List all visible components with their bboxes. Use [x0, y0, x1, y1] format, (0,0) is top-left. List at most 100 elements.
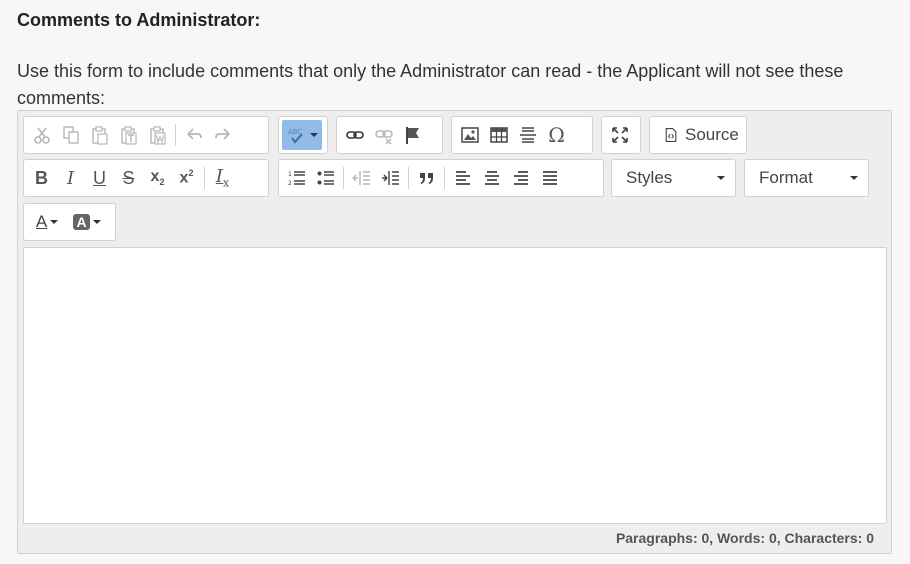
svg-text:2: 2 [288, 180, 292, 187]
remove-format-button[interactable]: Ix [208, 163, 237, 193]
format-label: Format [759, 168, 813, 187]
toolbar-group-spellcheck: ABC [278, 116, 328, 154]
maximize-icon [611, 127, 628, 143]
align-center-icon [484, 171, 499, 185]
toolbar-separator [444, 167, 445, 189]
horizontal-line-button[interactable] [513, 120, 542, 150]
justify-icon [542, 171, 557, 185]
spellcheck-button[interactable]: ABC [282, 120, 322, 150]
image-icon [460, 127, 479, 143]
editor-content-area[interactable] [23, 247, 887, 524]
source-label: Source [685, 125, 739, 144]
remove-format-glyph: I [215, 166, 223, 188]
toolbar-group-colors: A A [23, 203, 116, 241]
image-button[interactable] [455, 120, 484, 150]
subscript-icon: x2 [151, 168, 165, 187]
toolbar-group-clipboard [23, 116, 269, 154]
paste-text-icon [120, 126, 137, 145]
justify-button[interactable] [535, 163, 564, 193]
scissors-icon [33, 127, 50, 144]
underline-icon: U [93, 167, 106, 188]
toolbar-separator [343, 167, 344, 189]
paste-button[interactable] [85, 120, 114, 150]
bulleted-list-button[interactable] [311, 163, 340, 193]
toolbar-separator [204, 167, 205, 189]
redo-icon [214, 128, 230, 140]
word-count-status: Paragraphs: 0, Words: 0, Characters: 0 [615, 530, 874, 546]
toolbar-group-insert: Ω [451, 116, 593, 154]
chevron-down-icon [50, 220, 59, 224]
rich-text-editor: ABC Ω Source B I U S x2 x2 Ix 1 2 Styles… [17, 110, 892, 554]
remove-format-icon: Ix [216, 166, 229, 190]
horizontal-rule-icon [519, 127, 536, 143]
bulleted-list-icon [317, 171, 334, 185]
chevron-down-icon [310, 133, 318, 137]
align-center-button[interactable] [477, 163, 506, 193]
underline-button[interactable]: U [85, 163, 114, 193]
indent-icon [381, 171, 399, 185]
bold-button[interactable]: B [27, 163, 56, 193]
anchor-button[interactable] [398, 120, 427, 150]
special-char-button[interactable]: Ω [542, 120, 571, 150]
link-button[interactable] [340, 120, 369, 150]
remove-format-mark: x [222, 176, 230, 190]
table-icon [489, 127, 508, 143]
undo-button[interactable] [179, 120, 208, 150]
indent-button[interactable] [376, 163, 405, 193]
paste-text-button[interactable] [114, 120, 143, 150]
link-icon [345, 131, 364, 139]
paste-word-button[interactable] [143, 120, 172, 150]
chevron-down-icon [92, 220, 101, 224]
svg-text:1: 1 [288, 171, 292, 178]
outdent-button[interactable] [347, 163, 376, 193]
bold-icon: B [35, 167, 48, 188]
toolbar-group-tools [601, 116, 641, 154]
toolbar-separator [175, 124, 176, 146]
text-color-button[interactable]: A [27, 207, 67, 237]
format-dropdown[interactable]: Format [744, 159, 869, 197]
styles-label: Styles [626, 168, 673, 187]
align-left-button[interactable] [448, 163, 477, 193]
text-color-icon: A [35, 212, 48, 231]
table-button[interactable] [484, 120, 513, 150]
toolbar-group-basicstyles: B I U S x2 x2 Ix [23, 159, 269, 197]
numbered-list-icon: 12 [288, 171, 305, 187]
page-title: Comments to Administrator: [17, 10, 261, 30]
source-button[interactable]: Source [653, 120, 749, 150]
copy-button[interactable] [56, 120, 85, 150]
italic-button[interactable]: I [56, 163, 85, 193]
strikethrough-button[interactable]: S [114, 163, 143, 193]
toolbar-group-links [336, 116, 443, 154]
background-color-button[interactable]: A [67, 207, 107, 237]
strikethrough-icon: S [122, 167, 135, 188]
redo-button[interactable] [208, 120, 237, 150]
paste-word-icon [149, 126, 166, 145]
spellcheck-icon: ABC [288, 128, 303, 144]
blockquote-button[interactable] [412, 163, 441, 193]
subscript-mark: 2 [159, 177, 165, 188]
maximize-button[interactable] [605, 120, 634, 150]
omega-icon: Ω [548, 123, 565, 147]
flag-icon [405, 127, 419, 144]
background-color-icon: A [73, 214, 90, 230]
superscript-mark: 2 [188, 168, 194, 179]
unlink-button[interactable] [369, 120, 398, 150]
quote-icon [419, 173, 433, 184]
subscript-button[interactable]: x2 [143, 163, 172, 193]
italic-icon: I [66, 167, 75, 189]
superscript-button[interactable]: x2 [172, 163, 201, 193]
cut-button[interactable] [27, 120, 56, 150]
outdent-icon [352, 171, 370, 185]
help-text: Use this form to include comments that o… [17, 61, 844, 108]
toolbar-separator [408, 167, 409, 189]
chevron-down-icon [850, 176, 858, 180]
undo-icon [186, 128, 202, 140]
numbered-list-button[interactable]: 12 [282, 163, 311, 193]
copy-icon [62, 126, 79, 144]
styles-dropdown[interactable]: Styles [611, 159, 736, 197]
align-right-icon [513, 171, 528, 185]
superscript-icon: x2 [180, 168, 194, 187]
align-right-button[interactable] [506, 163, 535, 193]
toolbar-group-document: Source [649, 116, 747, 154]
source-icon [665, 128, 677, 142]
